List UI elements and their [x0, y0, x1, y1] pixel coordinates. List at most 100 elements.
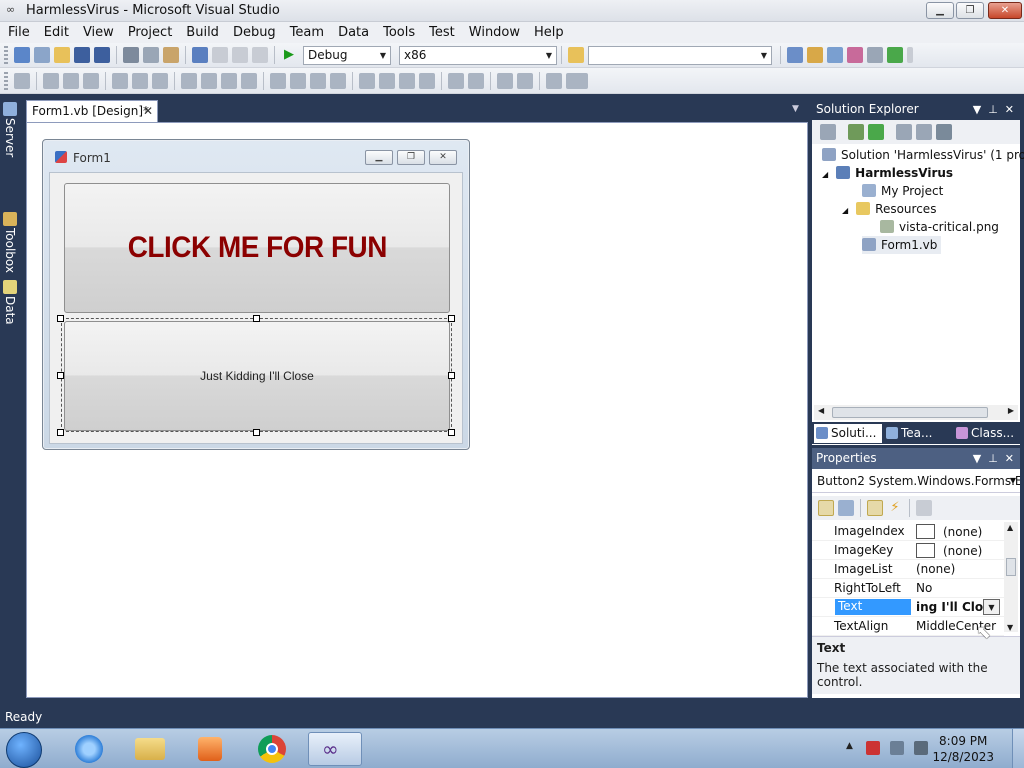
remove-vertical-spacing-icon[interactable] [419, 72, 435, 89]
align-to-grid-icon[interactable] [14, 72, 30, 89]
form-close-button[interactable]: ✕ [429, 150, 457, 165]
align-bottoms-icon[interactable] [152, 72, 168, 89]
paste-icon[interactable] [163, 47, 179, 63]
close-panel-icon[interactable]: ✕ [1005, 452, 1014, 465]
send-to-back-icon[interactable] [517, 72, 533, 89]
undo-icon[interactable] [192, 47, 208, 63]
open-file-icon[interactable] [54, 47, 70, 63]
resize-handle[interactable] [57, 315, 64, 322]
layout-overflow-icon[interactable] [566, 72, 588, 89]
categorized-icon[interactable] [818, 500, 834, 516]
tree-item-vista-critical-png[interactable]: vista-critical.png [880, 218, 999, 236]
close-panel-icon[interactable]: ✕ [1005, 103, 1014, 116]
menu-build[interactable]: Build [179, 22, 226, 43]
properties-icon[interactable] [820, 124, 836, 140]
scrollbar-thumb[interactable] [1006, 558, 1016, 576]
resize-handle[interactable] [253, 429, 260, 436]
window-position-icon[interactable]: ▼ [973, 452, 981, 465]
add-item-icon[interactable] [34, 47, 50, 63]
events-lightning-icon[interactable]: ⚡ [887, 500, 903, 516]
menu-tools[interactable]: Tools [376, 22, 422, 43]
center-vertically-icon[interactable] [468, 72, 484, 89]
scroll-up-icon[interactable]: ▲ [1007, 523, 1013, 532]
scrollbar-thumb[interactable] [832, 407, 988, 418]
remove-horizontal-spacing-icon[interactable] [330, 72, 346, 89]
maximize-button[interactable]: ❐ [956, 2, 984, 19]
property-row[interactable]: ImageIndex (none) [812, 522, 1004, 541]
resize-handle[interactable] [448, 429, 455, 436]
pin-icon[interactable]: ⊥ [988, 103, 998, 116]
menu-help[interactable]: Help [527, 22, 571, 43]
align-middles-icon[interactable] [132, 72, 148, 89]
horizontal-spacing-equal-icon[interactable] [270, 72, 286, 89]
align-rights-icon[interactable] [83, 72, 99, 89]
toolbar-grip[interactable] [4, 71, 8, 90]
collapse-icon[interactable]: ◢ [822, 170, 828, 179]
resize-handle[interactable] [57, 429, 64, 436]
taskbar-media-player[interactable] [182, 732, 236, 766]
toolbox-tab[interactable]: Toolbox [1, 212, 19, 278]
increase-horizontal-spacing-icon[interactable] [290, 72, 306, 89]
volume-muted-icon[interactable] [914, 741, 928, 755]
close-button[interactable]: ✕ [988, 2, 1022, 19]
resize-handle[interactable] [253, 315, 260, 322]
save-icon[interactable] [74, 47, 90, 63]
pin-icon[interactable]: ⊥ [988, 452, 998, 465]
property-row[interactable]: ImageList (none) [812, 560, 1004, 579]
size-to-grid-icon[interactable] [201, 72, 217, 89]
tree-item-solution[interactable]: Solution 'HarmlessVirus' (1 proje [822, 146, 1024, 164]
data-sources-tab[interactable]: Data Sources [1, 280, 19, 370]
align-tops-icon[interactable] [112, 72, 128, 89]
dropdown-button[interactable]: ▼ [983, 599, 1000, 615]
menu-test[interactable]: Test [422, 22, 462, 43]
make-same-size-icon[interactable] [241, 72, 257, 89]
find-in-files-icon[interactable] [568, 47, 584, 63]
menu-debug[interactable]: Debug [226, 22, 283, 43]
view-code-icon[interactable] [896, 124, 912, 140]
minimize-button[interactable]: ▁ [926, 2, 954, 19]
vertical-spacing-equal-icon[interactable] [359, 72, 375, 89]
properties-view-icon[interactable] [867, 500, 883, 516]
resize-handle[interactable] [57, 372, 64, 379]
menu-project[interactable]: Project [121, 22, 179, 43]
redo-icon[interactable] [212, 47, 228, 63]
alphabetical-icon[interactable] [838, 500, 854, 516]
show-all-files-icon[interactable] [848, 124, 864, 140]
tree-item-form1-vb[interactable]: Form1.vb [862, 236, 942, 254]
network-icon[interactable] [890, 741, 904, 755]
tree-item-project[interactable]: ◢ HarmlessVirus [822, 164, 953, 182]
start-button-windows-icon[interactable] [6, 732, 42, 768]
system-clock[interactable]: 8:09 PM 12/8/2023 [932, 733, 994, 765]
object-selector[interactable]: Button2 System.Windows.Forms.E ▼ [812, 469, 1020, 493]
taskbar-chrome[interactable] [244, 732, 298, 766]
cut-icon[interactable] [123, 47, 139, 63]
button1-click-me[interactable]: CLICK ME FOR FUN [64, 183, 450, 313]
collapse-icon[interactable]: ◢ [842, 206, 848, 215]
form-maximize-button[interactable]: ❐ [397, 150, 425, 165]
align-centers-icon[interactable] [63, 72, 79, 89]
tab-class-view[interactable]: Class... [954, 424, 1020, 443]
solution-configuration-select[interactable]: Debug ▼ [303, 45, 391, 65]
property-row[interactable]: ImageKey (none) [812, 541, 1004, 560]
menu-team[interactable]: Team [283, 22, 331, 43]
menu-edit[interactable]: Edit [37, 22, 76, 43]
make-same-height-icon[interactable] [221, 72, 237, 89]
close-tab-icon[interactable]: ✕ [143, 101, 153, 121]
scroll-left-icon[interactable]: ◀ [818, 406, 824, 415]
save-all-icon[interactable] [94, 47, 110, 63]
properties-vertical-scrollbar[interactable]: ▲ ▼ [1004, 522, 1018, 632]
server-explorer-tab[interactable]: Server Explorer [1, 102, 19, 208]
properties-icon[interactable] [807, 47, 823, 63]
decrease-vertical-spacing-icon[interactable] [399, 72, 415, 89]
bring-to-front-icon[interactable] [497, 72, 513, 89]
refresh-icon[interactable] [868, 124, 884, 140]
make-same-width-icon[interactable] [181, 72, 197, 89]
scroll-down-icon[interactable]: ▼ [1007, 623, 1013, 632]
form-minimize-button[interactable]: ▁ [365, 150, 393, 165]
object-browser-icon[interactable] [827, 47, 843, 63]
resize-handle[interactable] [448, 372, 455, 379]
show-hidden-icons-icon[interactable]: ▲ [846, 741, 853, 751]
menu-file[interactable]: File [0, 22, 37, 43]
scroll-right-icon[interactable]: ▶ [1008, 406, 1014, 415]
extension-manager-icon[interactable] [867, 47, 883, 63]
